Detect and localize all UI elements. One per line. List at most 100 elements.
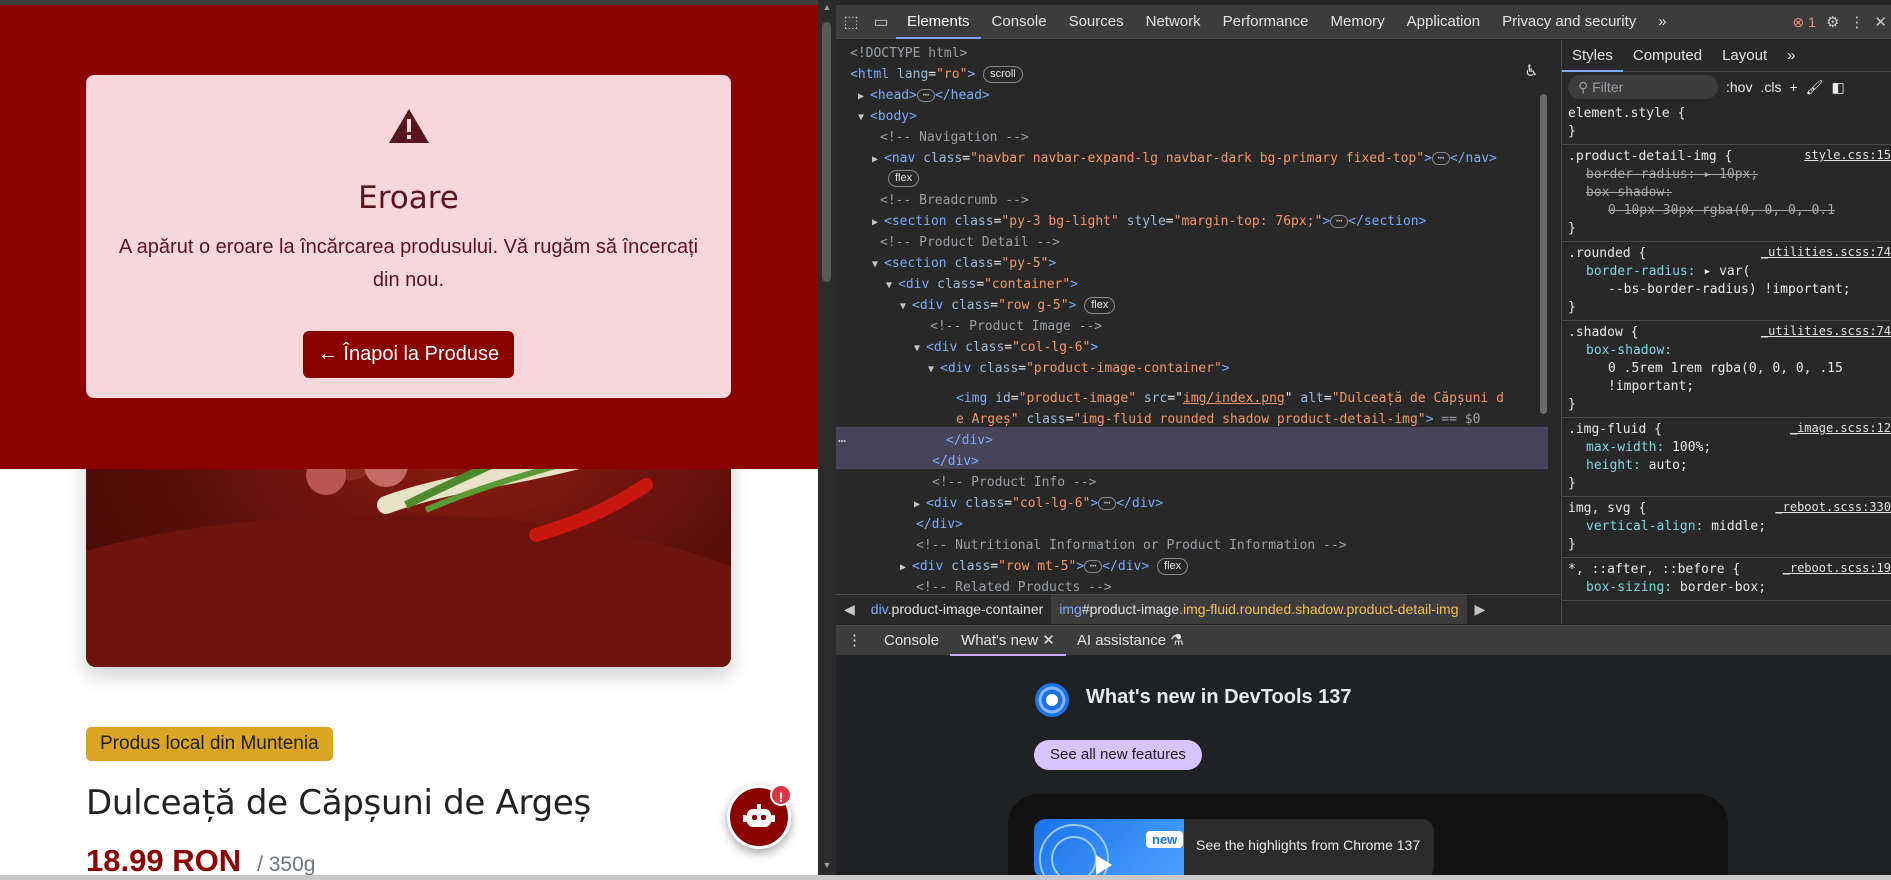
tab-sources[interactable]: Sources (1058, 5, 1135, 39)
error-counter[interactable]: ⊗ 1 (1793, 14, 1816, 31)
rule-source-link[interactable]: _reboot.scss:330 (1775, 500, 1891, 514)
rule-source-link[interactable]: _utilities.scss:74 (1761, 324, 1891, 338)
dom-div-close[interactable]: </div> (946, 430, 993, 451)
tab-computed[interactable]: Computed (1623, 40, 1712, 72)
collapse-arrow-icon[interactable]: ▼ (886, 275, 898, 296)
tab-privacy-security[interactable]: Privacy and security (1491, 5, 1647, 39)
scroll-up-arrow-icon[interactable]: ▲ (821, 2, 833, 12)
flex-badge[interactable]: flex (1084, 297, 1116, 314)
dom-nav[interactable]: ▶ <nav class="navbar navbar-expand-lg nav… (872, 148, 1497, 169)
dom-div-row-mt[interactable]: ▶ <div class="row mt-5"> ⋯ </div> flex (900, 556, 1189, 578)
dom-section-detail[interactable]: ▼ <section class="py-5"> (872, 253, 1056, 274)
close-devtools-icon[interactable]: ✕ (1874, 13, 1887, 31)
rule-img-fluid[interactable]: .img-fluid { _image.scss:12 max-width: 1… (1562, 418, 1891, 497)
page-scrollbar[interactable]: ▲ ▼ (818, 0, 836, 875)
back-to-products-button[interactable]: ← Înapoi la Produse (303, 331, 514, 378)
more-options-icon[interactable]: ⋮ (1849, 13, 1864, 31)
drawer-tab-ai-assistance[interactable]: AI assistance ⚗ (1066, 626, 1195, 656)
dom-comment-navigation[interactable]: <!-- Navigation --> (880, 127, 1029, 148)
img-src-link[interactable]: img/index.png (1183, 391, 1285, 406)
dom-section-breadcrumb[interactable]: ▶ <section class="py-3 bg-light" style="m… (872, 211, 1426, 232)
rule-source-link[interactable]: _image.scss:12 (1790, 421, 1891, 435)
hov-toggle[interactable]: :hov (1726, 79, 1752, 95)
rule-rounded[interactable]: .rounded { _utilities.scss:74 border-rad… (1562, 242, 1891, 321)
breadcrumb-scroll-left-icon[interactable]: ◀ (836, 595, 863, 624)
tab-network[interactable]: Network (1135, 5, 1212, 39)
dom-comment-breadcrumb[interactable]: <!-- Breadcrumb --> (880, 190, 1029, 211)
collapse-arrow-icon[interactable]: ▼ (858, 107, 870, 128)
page-scroll-thumb[interactable] (822, 22, 831, 282)
dom-div-close[interactable]: </div> (916, 514, 963, 535)
dom-div-image-container[interactable]: ▼ <div class="product-image-container"> (928, 358, 1230, 379)
collapsed-ellipsis-icon[interactable]: ⋯ (1431, 152, 1450, 165)
dom-comment-product-detail[interactable]: <!-- Product Detail --> (880, 232, 1060, 253)
rule-source-link[interactable]: _utilities.scss:74 (1761, 245, 1891, 259)
dom-img-line2[interactable]: e Argeș" class="img-fluid rounded shadow… (956, 409, 1480, 430)
elements-scroll-thumb[interactable] (1540, 94, 1547, 414)
rule-img-svg[interactable]: img, svg { _reboot.scss:330 vertical-ali… (1562, 497, 1891, 558)
dom-div-container[interactable]: ▼ <div class="container"> (886, 274, 1078, 295)
more-panels-icon[interactable]: » (1777, 40, 1805, 72)
rule-source-link[interactable]: _reboot.scss:19 (1783, 561, 1891, 575)
rule-universal[interactable]: *, ::after, ::before { _reboot.scss:19 b… (1562, 558, 1891, 601)
rule-product-detail-img[interactable]: .product-detail-img { style.css:15 borde… (1562, 145, 1891, 242)
elements-scrollbar[interactable] (1536, 80, 1550, 593)
dom-doctype[interactable]: <!DOCTYPE html> (850, 43, 967, 64)
dom-html[interactable]: <html lang="ro"> scroll (850, 64, 1023, 85)
inspect-element-icon[interactable]: ⬚ (836, 5, 866, 39)
tab-memory[interactable]: Memory (1320, 5, 1396, 39)
tab-elements[interactable]: Elements (896, 5, 981, 39)
rule-shadow[interactable]: .shadow { _utilities.scss:74 box-shadow:… (1562, 321, 1891, 418)
accessibility-tree-icon[interactable]: ♿ (1526, 60, 1546, 81)
dom-comment-nutritional[interactable]: <!-- Nutritional Information or Product … (916, 535, 1346, 556)
dom-div-col-info[interactable]: ▶ <div class="col-lg-6"> ⋯ </div> (914, 493, 1163, 514)
dom-head[interactable]: ▶ <head> ⋯ </head> (858, 85, 990, 106)
tab-layout[interactable]: Layout (1712, 40, 1777, 72)
node-actions-ellipsis-icon[interactable]: … (838, 431, 846, 446)
tab-performance[interactable]: Performance (1212, 5, 1320, 39)
expand-arrow-icon[interactable]: ▶ (858, 86, 870, 107)
expand-arrow-icon[interactable]: ▶ (872, 212, 884, 233)
drawer-menu-icon[interactable]: ⋮ (836, 626, 873, 656)
new-rule-icon[interactable]: + (1789, 79, 1797, 95)
highlights-video-link[interactable]: new See the highlights from Chrome 137 (1034, 819, 1434, 875)
dom-div-col[interactable]: ▼ <div class="col-lg-6"> (914, 337, 1098, 358)
scroll-badge[interactable]: scroll (983, 66, 1023, 83)
collapse-arrow-icon[interactable]: ▼ (914, 338, 926, 359)
dom-comment-product-info[interactable]: <!-- Product Info --> (932, 472, 1096, 493)
drawer-tab-whats-new[interactable]: What's new ✕ (950, 626, 1066, 656)
more-tabs-icon[interactable]: » (1647, 5, 1677, 39)
expand-arrow-icon[interactable]: ▶ (900, 557, 912, 578)
sidebar-toggle-icon[interactable]: ◧ (1831, 79, 1844, 96)
drawer-tab-console[interactable]: Console (873, 626, 950, 656)
close-tab-icon[interactable]: ✕ (1042, 632, 1055, 649)
dom-img-line1[interactable]: <img id="product-image" src="img/index.p… (956, 388, 1504, 409)
tab-application[interactable]: Application (1396, 5, 1491, 39)
breadcrumb-item-image-container[interactable]: div.product-image-container (863, 595, 1052, 624)
collapsed-ellipsis-icon[interactable]: ⋯ (1330, 215, 1349, 228)
chatbot-button[interactable]: ! (727, 784, 792, 849)
collapsed-ellipsis-icon[interactable]: ⋯ (1098, 497, 1117, 510)
dom-comment-related[interactable]: <!-- Related Products --> (916, 577, 1112, 593)
dom-div-close[interactable]: </div> (932, 451, 979, 472)
breadcrumb-item-img[interactable]: img#product-image.img-fluid.rounded.shad… (1051, 595, 1467, 624)
device-toolbar-icon[interactable]: ▭ (866, 5, 896, 39)
collapsed-ellipsis-icon[interactable]: ⋯ (916, 89, 935, 102)
rule-source-link[interactable]: style.css:15 (1804, 148, 1891, 162)
scroll-down-arrow-icon[interactable]: ▼ (821, 860, 833, 870)
collapsed-ellipsis-icon[interactable]: ⋯ (1084, 560, 1103, 573)
rule-element-style[interactable]: element.style { } (1562, 102, 1891, 145)
collapse-arrow-icon[interactable]: ▼ (872, 254, 884, 275)
paint-icon[interactable]: 🖌 (1806, 79, 1824, 96)
expand-arrow-icon[interactable]: ▶ (914, 494, 926, 515)
collapse-arrow-icon[interactable]: ▼ (928, 359, 940, 380)
breadcrumb-scroll-right-icon[interactable]: ▶ (1467, 595, 1494, 624)
settings-gear-icon[interactable]: ⚙ (1826, 13, 1839, 31)
dom-div-row[interactable]: ▼ <div class="row g-5"> flex (900, 295, 1116, 317)
collapse-arrow-icon[interactable]: ▼ (900, 296, 912, 317)
flex-badge[interactable]: flex (888, 170, 920, 187)
see-all-features-button[interactable]: See all new features (1034, 740, 1202, 770)
tab-console[interactable]: Console (981, 5, 1058, 39)
expand-arrow-icon[interactable]: ▶ (872, 149, 884, 170)
styles-filter-input[interactable]: ⚲ Filter (1568, 75, 1718, 99)
